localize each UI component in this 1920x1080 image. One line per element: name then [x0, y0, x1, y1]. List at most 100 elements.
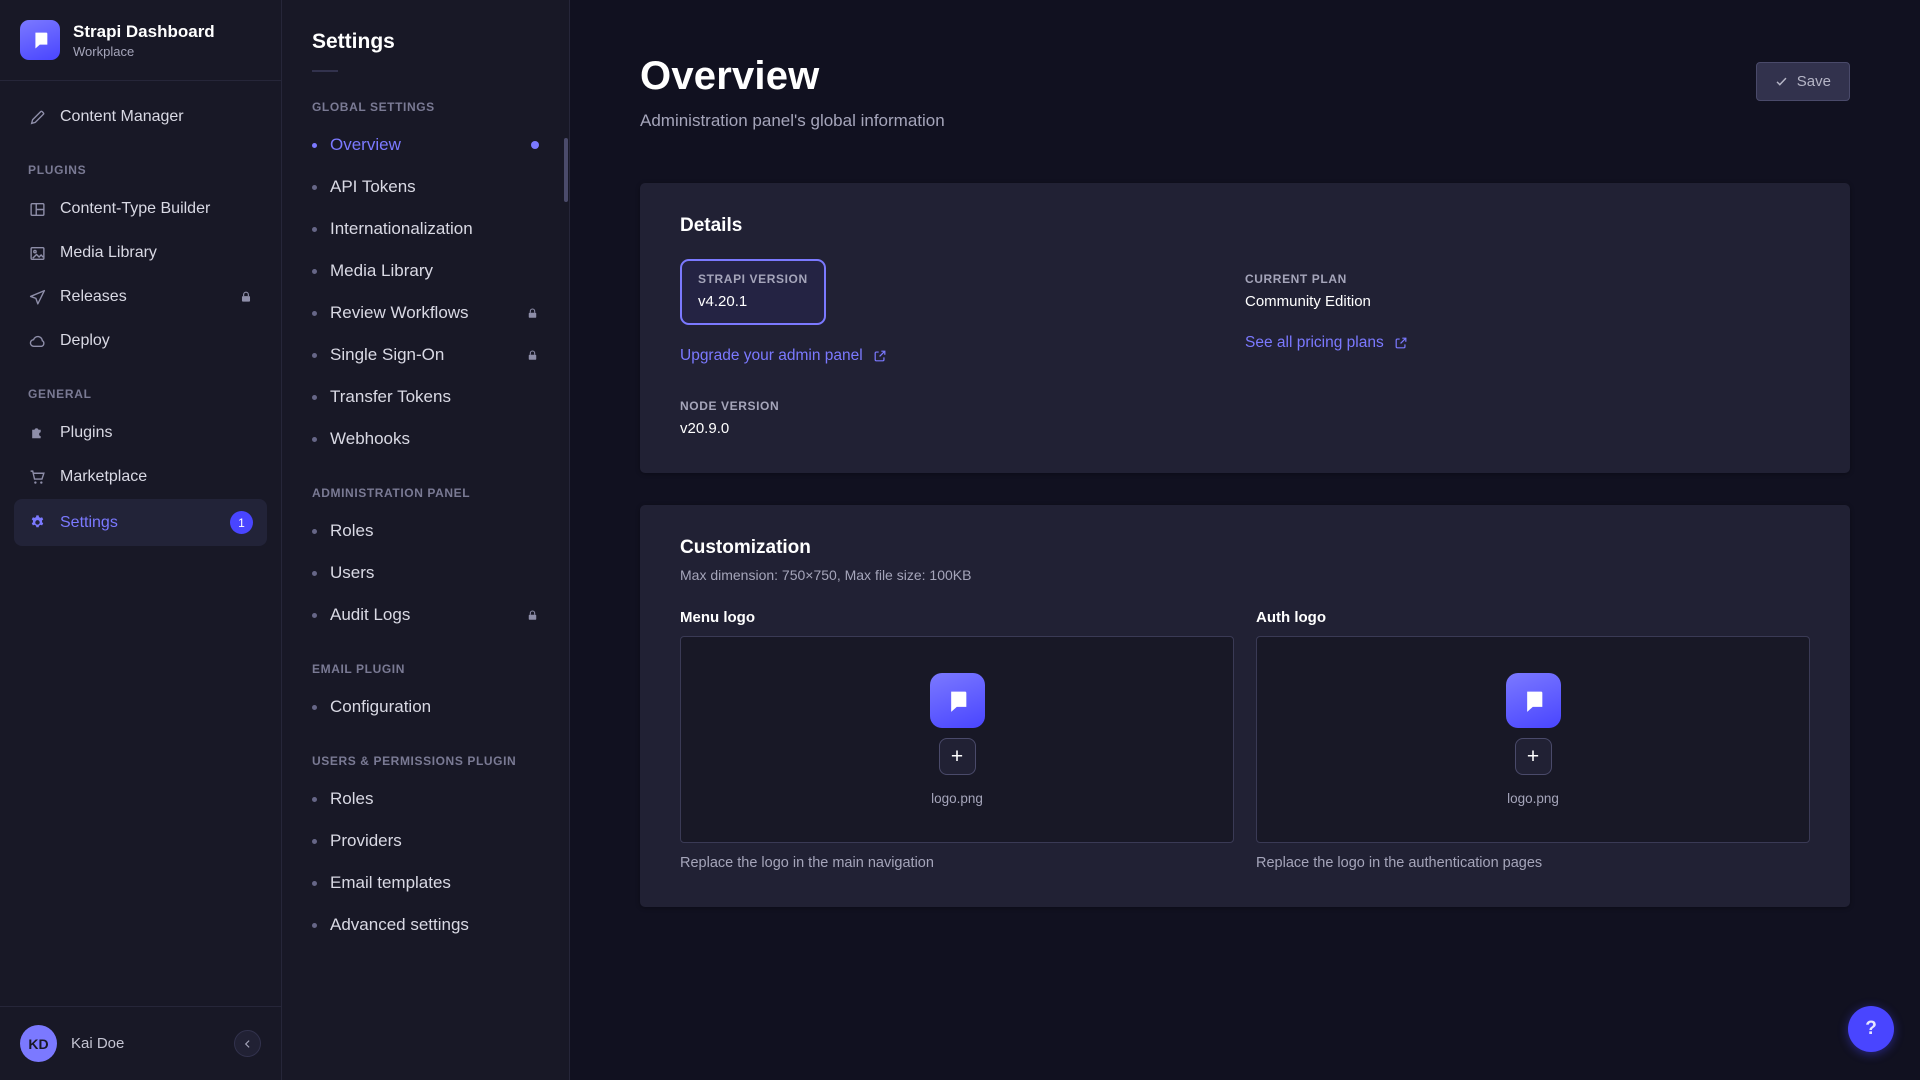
- details-grid: STRAPI VERSION v4.20.1 Upgrade your admi…: [680, 259, 1810, 437]
- subnav-item-label: API Tokens: [330, 177, 416, 197]
- subnav-item-internationalization[interactable]: Internationalization: [282, 208, 569, 250]
- avatar[interactable]: KD: [20, 1025, 57, 1062]
- strapi-version-value: v4.20.1: [698, 293, 808, 310]
- subnav-title: Settings: [282, 30, 569, 54]
- subnav-section-global-settings: GLOBAL SETTINGS: [282, 74, 569, 124]
- cart-icon: [28, 468, 46, 486]
- customization-card-title: Customization: [680, 537, 1810, 559]
- subnav-item-webhooks[interactable]: Webhooks: [282, 418, 569, 460]
- subnav-item-label: Overview: [330, 135, 401, 155]
- subnav-item-review-workflows[interactable]: Review Workflows: [282, 292, 569, 334]
- subnav-item-email-templates[interactable]: Email templates: [282, 862, 569, 904]
- strapi-logo-icon: [20, 20, 60, 60]
- bullet-icon: [312, 705, 317, 710]
- sidebar-item-content-type-builder[interactable]: Content-Type Builder: [0, 187, 281, 231]
- pricing-plans-link[interactable]: See all pricing plans: [1245, 334, 1408, 352]
- bullet-icon: [312, 185, 317, 190]
- menu-logo-caption: Replace the logo in the main navigation: [680, 855, 1234, 871]
- sidebar-item-label: Marketplace: [60, 468, 147, 486]
- subnav-item-label: Single Sign-On: [330, 345, 444, 365]
- logo-grid: Menu logo + logo.png Replace the logo in…: [680, 609, 1810, 871]
- bullet-icon: [312, 797, 317, 802]
- node-version-label: NODE VERSION: [680, 399, 1245, 413]
- auth-logo-upload[interactable]: + logo.png: [1256, 636, 1810, 843]
- subnav-item-users[interactable]: Users: [282, 552, 569, 594]
- auth-logo-label: Auth logo: [1256, 609, 1810, 626]
- subnav-item-api-tokens[interactable]: API Tokens: [282, 166, 569, 208]
- sidebar-item-settings[interactable]: Settings 1: [14, 499, 267, 546]
- page-subtitle: Administration panel's global informatio…: [640, 111, 945, 131]
- menu-logo-label: Menu logo: [680, 609, 1234, 626]
- sidebar-item-releases[interactable]: Releases: [0, 275, 281, 319]
- bullet-icon: [312, 395, 317, 400]
- subnav-item-label: Configuration: [330, 697, 431, 717]
- subnav-item-label: Internationalization: [330, 219, 473, 239]
- subnav-item-label: Users: [330, 563, 374, 583]
- user-name: Kai Doe: [71, 1035, 124, 1052]
- strapi-version-field: STRAPI VERSION v4.20.1: [680, 259, 826, 325]
- notification-dot: [531, 141, 539, 149]
- auth-logo-field: Auth logo + logo.png Replace the logo in…: [1256, 609, 1810, 871]
- bullet-icon: [312, 269, 317, 274]
- help-button[interactable]: ?: [1848, 1006, 1894, 1052]
- brand-subtitle: Workplace: [73, 44, 215, 59]
- upgrade-link-label: Upgrade your admin panel: [680, 347, 863, 365]
- image-icon: [28, 244, 46, 262]
- menu-logo-upload[interactable]: + logo.png: [680, 636, 1234, 843]
- subnav-item-label: Roles: [330, 789, 373, 809]
- bullet-icon: [312, 311, 317, 316]
- lock-icon: [239, 290, 253, 304]
- add-auth-logo-button[interactable]: +: [1515, 738, 1552, 775]
- details-left-column: STRAPI VERSION v4.20.1 Upgrade your admi…: [680, 259, 1245, 437]
- check-icon: [1775, 75, 1788, 88]
- app-root: Strapi Dashboard Workplace Content Manag…: [0, 0, 1920, 1080]
- current-plan-field: CURRENT PLAN Community Edition: [1245, 272, 1810, 310]
- upgrade-admin-panel-link[interactable]: Upgrade your admin panel: [680, 347, 887, 365]
- subnav-item-label: Review Workflows: [330, 303, 469, 323]
- strapi-version-label: STRAPI VERSION: [698, 272, 808, 286]
- lock-icon: [526, 349, 539, 362]
- save-button[interactable]: Save: [1756, 62, 1850, 101]
- scrollbar-thumb[interactable]: [564, 138, 568, 202]
- subnav-item-label: Roles: [330, 521, 373, 541]
- brand[interactable]: Strapi Dashboard Workplace: [0, 0, 281, 81]
- subnav-item-advanced-settings[interactable]: Advanced settings: [282, 904, 569, 946]
- subnav-item-providers[interactable]: Providers: [282, 820, 569, 862]
- external-link-icon: [873, 349, 887, 363]
- subnav-item-single-sign-on[interactable]: Single Sign-On: [282, 334, 569, 376]
- subnav-item-media-library[interactable]: Media Library: [282, 250, 569, 292]
- sidebar-item-plugins[interactable]: Plugins: [0, 411, 281, 455]
- sidebar-item-label: Deploy: [60, 332, 110, 350]
- bullet-icon: [312, 613, 317, 618]
- collapse-sidebar-button[interactable]: [234, 1030, 261, 1057]
- subnav-item-transfer-tokens[interactable]: Transfer Tokens: [282, 376, 569, 418]
- subnav-item-configuration[interactable]: Configuration: [282, 686, 569, 728]
- sidebar-item-label: Content Manager: [60, 108, 184, 126]
- sidebar-item-content-manager[interactable]: Content Manager: [0, 95, 281, 139]
- details-card-title: Details: [680, 215, 1810, 237]
- current-plan-value: Community Edition: [1245, 293, 1810, 310]
- brand-title: Strapi Dashboard: [73, 21, 215, 42]
- subnav-item-overview[interactable]: Overview: [282, 124, 569, 166]
- strapi-logo-icon: [930, 673, 985, 728]
- bullet-icon: [312, 437, 317, 442]
- sidebar-item-label: Settings: [60, 514, 118, 532]
- subnav-item-audit-logs[interactable]: Audit Logs: [282, 594, 569, 636]
- nav-section-title-general: GENERAL: [0, 363, 281, 411]
- details-card: Details STRAPI VERSION v4.20.1 Upgrade y…: [640, 183, 1850, 473]
- subnav-item-label: Email templates: [330, 873, 451, 893]
- subnav-item-up-roles[interactable]: Roles: [282, 778, 569, 820]
- sidebar-item-media-library[interactable]: Media Library: [0, 231, 281, 275]
- bullet-icon: [312, 881, 317, 886]
- lock-icon: [526, 307, 539, 320]
- auth-logo-caption: Replace the logo in the authentication p…: [1256, 855, 1810, 871]
- lock-icon: [526, 609, 539, 622]
- subnav-item-admin-roles[interactable]: Roles: [282, 510, 569, 552]
- cloud-icon: [28, 332, 46, 350]
- menu-logo-field: Menu logo + logo.png Replace the logo in…: [680, 609, 1234, 871]
- sidebar-item-marketplace[interactable]: Marketplace: [0, 455, 281, 499]
- brand-text: Strapi Dashboard Workplace: [73, 21, 215, 59]
- add-menu-logo-button[interactable]: +: [939, 738, 976, 775]
- subnav-section-email-plugin: EMAIL PLUGIN: [282, 636, 569, 686]
- sidebar-item-deploy[interactable]: Deploy: [0, 319, 281, 363]
